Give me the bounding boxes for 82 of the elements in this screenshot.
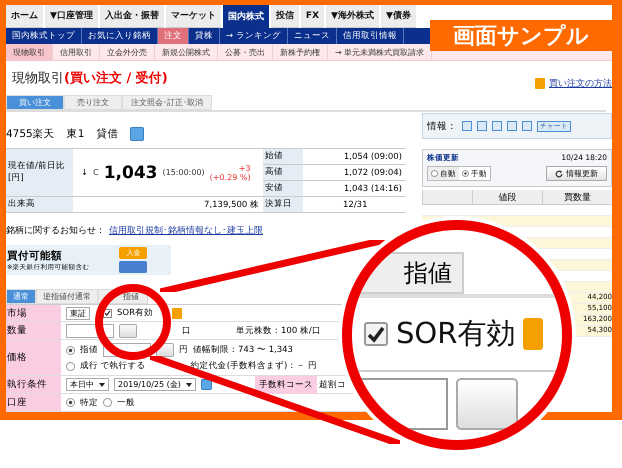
table-cell: 1,072 (09:04): [303, 165, 406, 181]
sor-label: SOR有効: [117, 307, 153, 319]
info-label: 情報：: [427, 120, 457, 132]
notice-label: 銘柄に関するお知らせ：: [6, 224, 105, 236]
order-tab[interactable]: 売り注文: [64, 95, 122, 110]
column-header: 買数量: [542, 190, 612, 204]
transfer-button[interactable]: [119, 261, 148, 273]
option-label: 指値: [80, 344, 98, 356]
spinner-button[interactable]: [119, 324, 137, 338]
price-change-percent: (+0.29 %): [210, 172, 251, 182]
field-label: 口座: [6, 394, 61, 411]
table-header: 出来高: [6, 197, 73, 213]
current-price: 1,043: [104, 162, 158, 182]
price-limit: 値幅制限：743 〜 1,343: [193, 344, 293, 356]
market-select[interactable]: 東証: [66, 306, 90, 320]
unit-label: 円: [179, 344, 188, 356]
market-label: 東1: [66, 127, 84, 141]
table-header: 高値: [263, 165, 303, 181]
buying-power-title: 買付可能額: [7, 248, 63, 262]
date-select[interactable]: 2019/10/25 (金): [114, 378, 196, 391]
sample-label: 画面サンプル: [430, 20, 612, 51]
order-tab[interactable]: 注文照会･訂正･取消: [122, 95, 212, 110]
option-label: 特定: [80, 396, 98, 408]
calendar-icon[interactable]: [200, 379, 212, 390]
unit-label: 口: [182, 324, 191, 336]
radio-button[interactable]: [66, 398, 75, 407]
table-header: 現在値/前日比[円]: [6, 149, 73, 197]
nav-tab[interactable]: 現物取引: [6, 44, 53, 60]
field-label: 市場: [6, 305, 61, 321]
table-cell: 7,139,500 株: [73, 197, 263, 213]
table-header: 決算日: [263, 197, 303, 213]
nav-tab[interactable]: 公募・売出: [218, 44, 273, 60]
table-cell: 1,054 (09:00): [303, 149, 406, 165]
nav-tab[interactable]: ▼海外株式: [326, 5, 379, 28]
nav-tab[interactable]: 国内株式: [222, 5, 269, 28]
radio-button[interactable]: [66, 346, 75, 354]
refresh-icon: [555, 170, 563, 178]
nav-tab[interactable]: 新株予約権: [273, 44, 328, 60]
radio-button[interactable]: [103, 398, 112, 407]
column-header: 値段: [472, 190, 542, 204]
stock-name: 4755楽天: [6, 127, 55, 141]
refresh-button[interactable]: 情報更新: [546, 166, 607, 181]
fee-label: 手数料コース: [254, 376, 317, 394]
nav-tab[interactable]: FX: [300, 5, 324, 28]
nav-tab[interactable]: 新規公開株式: [155, 44, 218, 60]
price-change: +3: [238, 164, 251, 172]
field-label: 数量: [6, 322, 61, 339]
nav-tab[interactable]: ▼債券: [380, 5, 416, 28]
nav-tab[interactable]: 立会外分売: [100, 44, 155, 60]
margin-type: 貸借: [96, 127, 118, 141]
caret-icon: [99, 382, 105, 386]
period-select[interactable]: 本日中: [66, 378, 109, 391]
option-label: 一般: [117, 396, 135, 408]
direction-arrow: ↓: [81, 168, 88, 178]
field-label: 執行条件: [6, 376, 61, 393]
radio-button[interactable]: [66, 362, 75, 370]
help-link[interactable]: 買い注文の方法: [549, 76, 612, 90]
table-header: 始値: [263, 149, 303, 165]
fee-course: 超割コ: [318, 378, 346, 390]
nav-tab[interactable]: ホーム: [6, 5, 43, 28]
nav-tab[interactable]: 入出金・振替: [100, 5, 164, 28]
notice-link[interactable]: 信用取引規制･銘柄情報なし･建玉上限: [109, 224, 263, 236]
help-icon[interactable]: [535, 78, 545, 88]
nav-tab[interactable]: ▼口座管理: [45, 5, 98, 28]
caret-icon: [186, 382, 192, 386]
table-cell: 1,043 (14:16): [303, 181, 406, 197]
field-label: 価格: [6, 340, 61, 375]
check-icon: [104, 309, 111, 317]
table-header: 安値: [263, 181, 303, 197]
nav-tab[interactable]: マーケット: [166, 5, 221, 28]
help-icon: [523, 318, 544, 350]
order-type-tab[interactable]: 逆指値付通常: [36, 289, 98, 304]
calendar-icon[interactable]: [130, 127, 144, 141]
nav-tab[interactable]: 信用取引: [53, 44, 100, 60]
page-title: 現物取引(買い注文 / 受付): [12, 70, 168, 87]
price-time: (15:00:00): [162, 168, 205, 177]
status-text: C: [93, 168, 99, 177]
nav-tab[interactable]: 投信: [270, 5, 299, 28]
lot-size: 単元株数：100 株/口: [236, 324, 321, 336]
option-label: 成行 で執行する: [80, 360, 146, 372]
table-cell: 12/31: [303, 197, 406, 213]
help-icon[interactable]: [172, 308, 182, 318]
